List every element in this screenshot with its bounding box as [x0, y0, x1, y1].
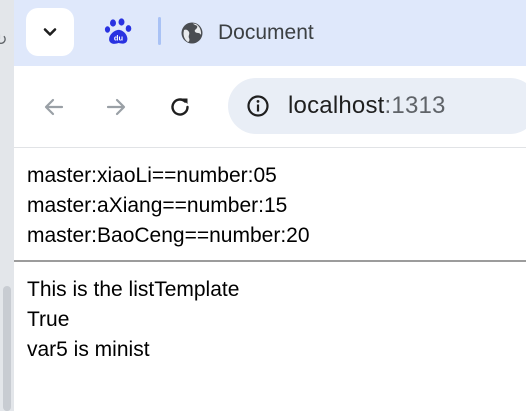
partial-reload-icon: ↻: [0, 32, 8, 49]
url-port: :1313: [384, 92, 446, 119]
bool-line: True: [27, 308, 70, 331]
scrollbar-thumb[interactable]: [3, 286, 11, 411]
back-button[interactable]: [36, 89, 72, 125]
template-line: This is the listTemplate: [27, 278, 240, 301]
browser-toolbar: localhost:1313: [14, 66, 526, 148]
tab-search-button[interactable]: [26, 8, 74, 56]
tab-document[interactable]: Document: [180, 0, 314, 66]
arrow-left-icon: [44, 98, 64, 116]
globe-icon: [181, 22, 203, 44]
background-window-edge: ↻: [0, 0, 14, 411]
master-line: master:xiaoLi==number:05: [27, 164, 277, 187]
page-content: master:xiaoLi==number:05 master:aXiang==…: [14, 148, 526, 411]
baidu-paw-icon: du: [104, 18, 132, 44]
chevron-down-icon: [43, 28, 57, 36]
address-bar[interactable]: localhost:1313: [228, 78, 526, 134]
tab-title: Document: [218, 21, 314, 44]
forward-button[interactable]: [98, 89, 134, 125]
svg-text:du: du: [114, 34, 124, 43]
arrow-right-icon: [106, 98, 126, 116]
info-icon: [247, 95, 269, 117]
tab-separator: [158, 17, 161, 45]
tab-strip: du Document: [14, 0, 526, 66]
var-line: var5 is minist: [27, 338, 150, 361]
url-host: localhost: [288, 92, 385, 119]
url-text: localhost:1313: [288, 92, 446, 120]
template-output: This is the listTemplate True var5 is mi…: [27, 275, 239, 365]
reload-button[interactable]: [162, 89, 198, 125]
master-line: master:BaoCeng==number:20: [27, 224, 310, 247]
master-line: master:aXiang==number:15: [27, 194, 288, 217]
tab-baidu[interactable]: du: [104, 17, 134, 47]
horizontal-rule: [14, 260, 526, 262]
reload-icon: [171, 98, 189, 116]
site-info-button[interactable]: [240, 88, 276, 124]
master-list: master:xiaoLi==number:05 master:aXiang==…: [27, 161, 310, 251]
